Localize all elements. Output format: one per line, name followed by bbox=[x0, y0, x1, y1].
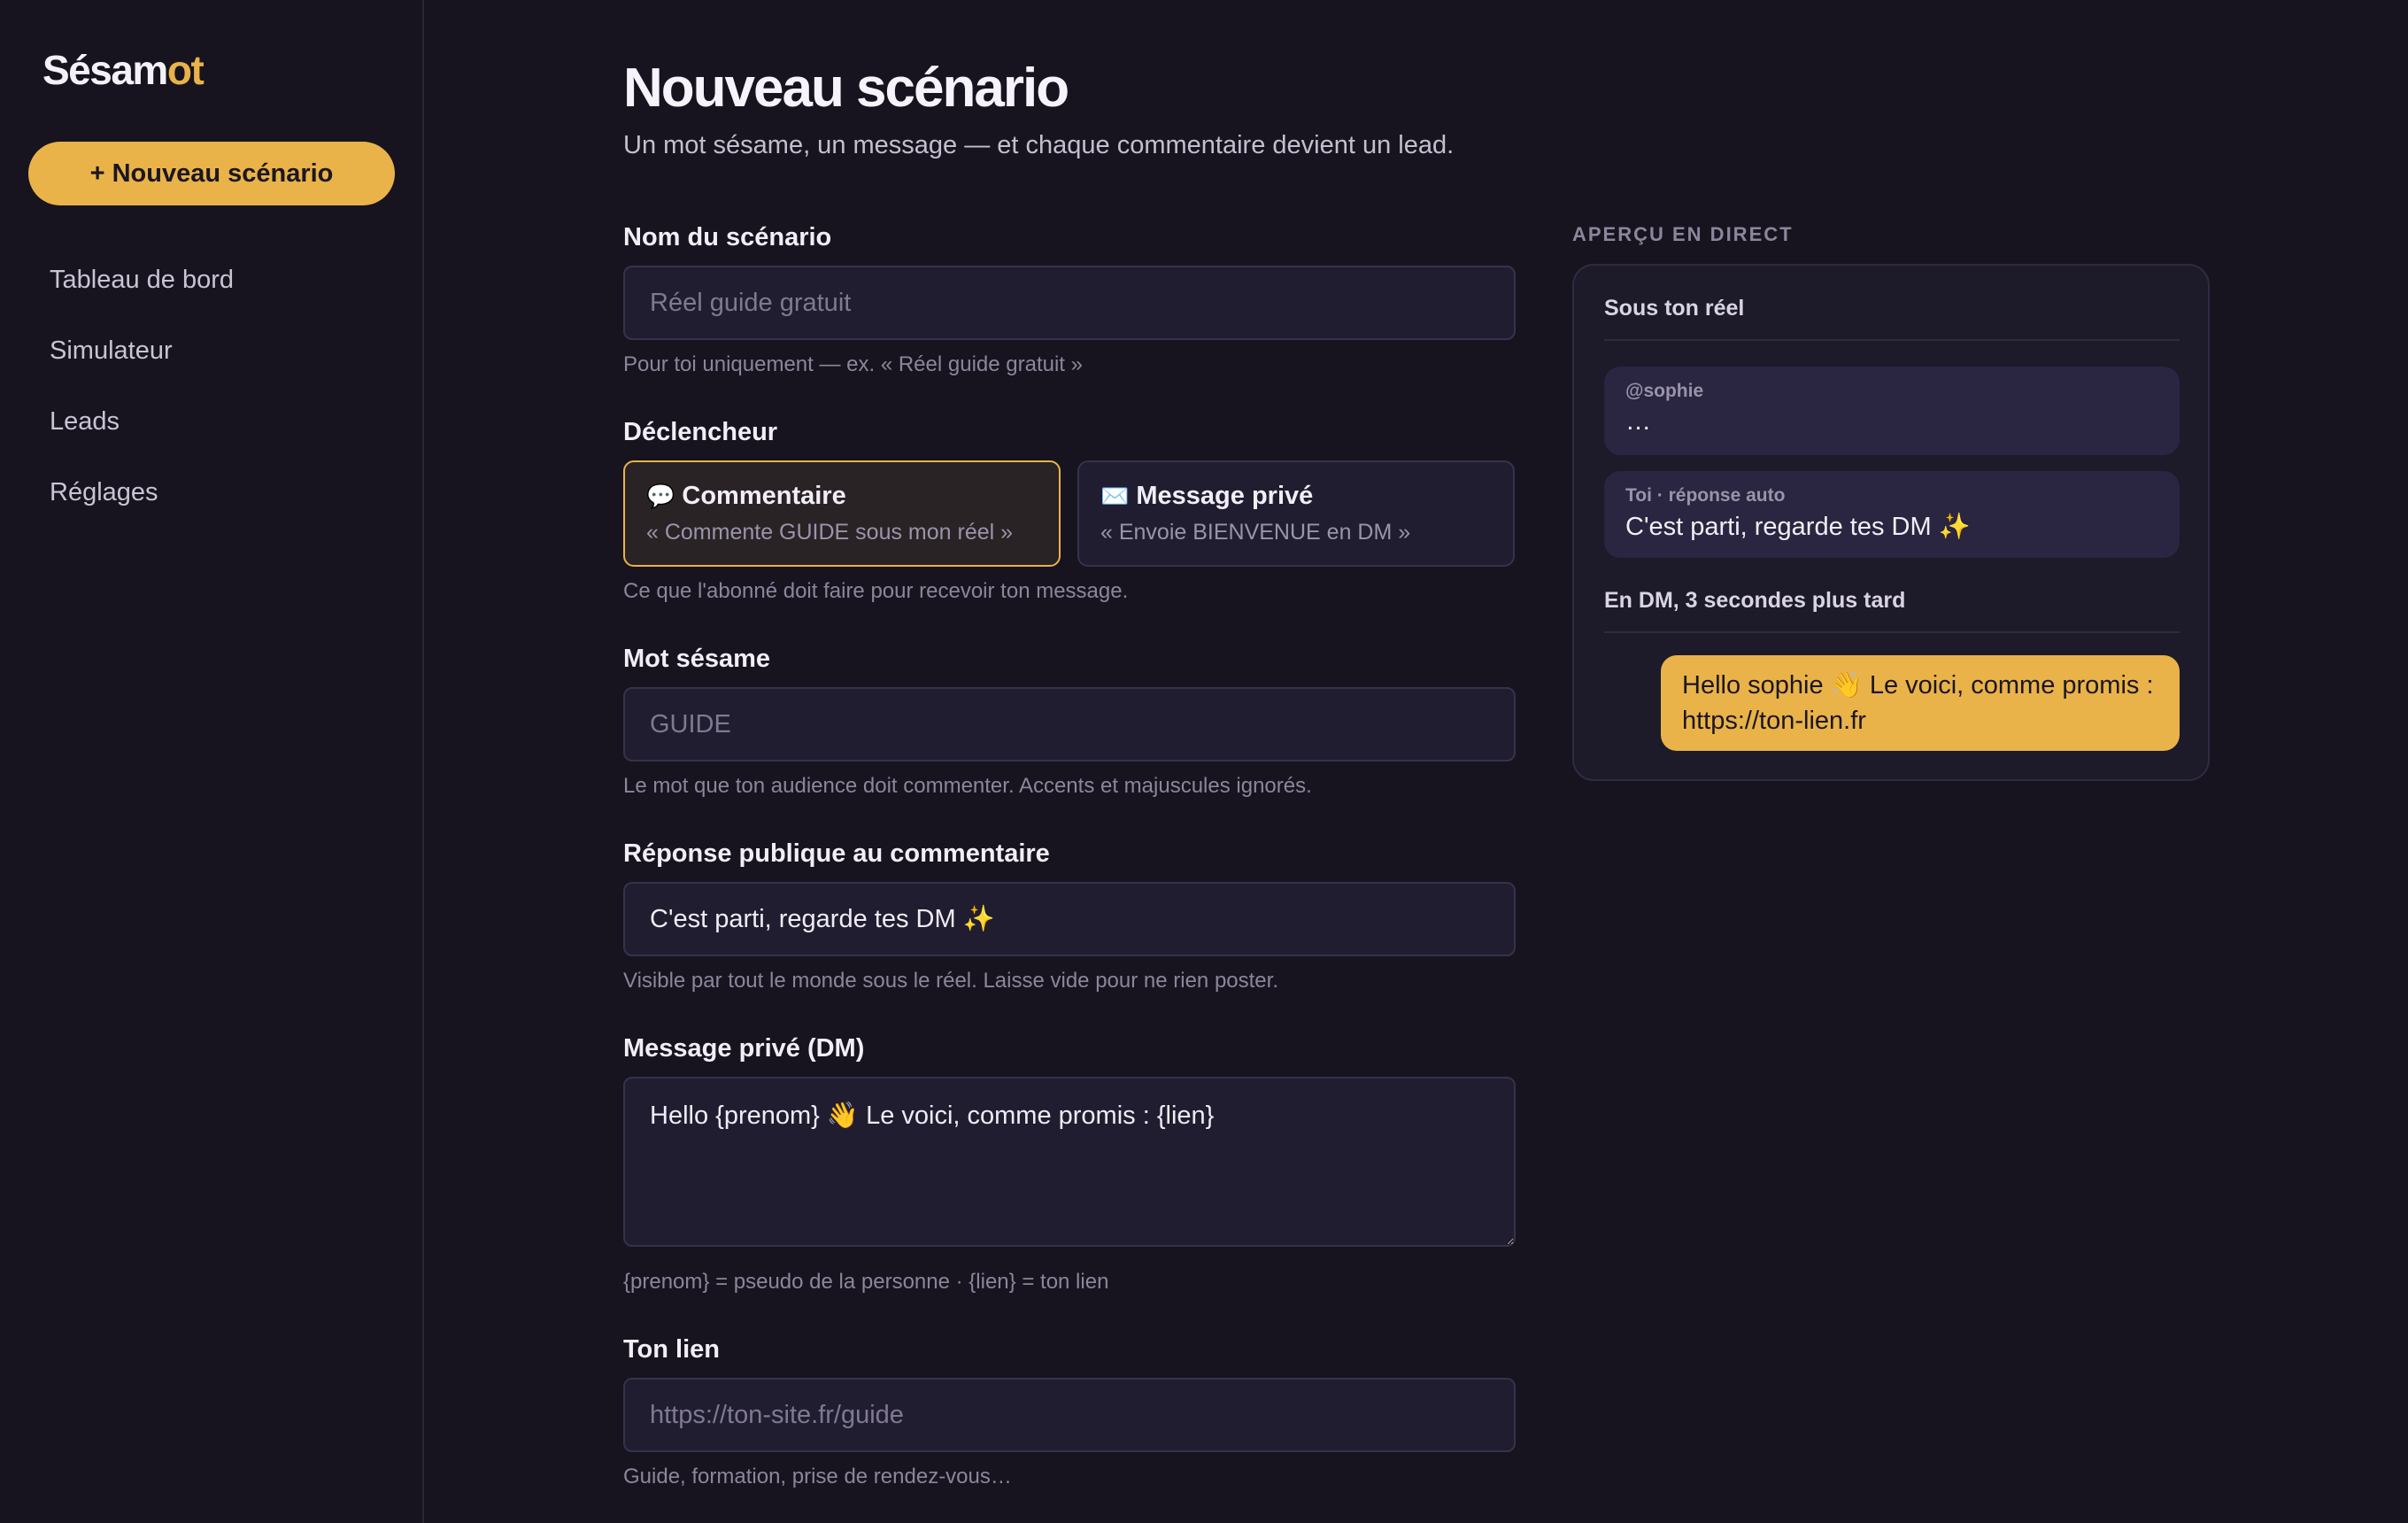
dm-bubble-link: https://ton-lien.fr bbox=[1682, 707, 1866, 735]
comment-text: … bbox=[1625, 407, 1651, 436]
sidebar-item-leads[interactable]: Leads bbox=[50, 402, 234, 473]
comment-author: @sophie bbox=[1625, 381, 1704, 401]
trigger-option-label: Commentaire bbox=[682, 482, 846, 510]
dm-bubble-line: Hello sophie 👋 Le voici, comme promis : bbox=[1682, 671, 2154, 700]
preview-comment: @sophie … bbox=[1604, 367, 2180, 455]
sidebar: Sésamot + Nouveau scénario Tableau de bo… bbox=[0, 0, 424, 1523]
trigger-help: Ce que l'abonné doit faire pour recevoir… bbox=[623, 579, 1129, 603]
envelope-icon: ✉️ bbox=[1100, 483, 1130, 509]
page-subtitle: Un mot sésame, un message — et chaque co… bbox=[623, 131, 1455, 159]
trigger-option-title: ✉️ Message privé bbox=[1100, 482, 1492, 511]
public-reply-input[interactable] bbox=[623, 882, 1516, 956]
sidebar-item-simulator[interactable]: Simulateur bbox=[50, 331, 234, 402]
sidebar-item-settings[interactable]: Réglages bbox=[50, 473, 234, 544]
trigger-option-desc: « Commente GUIDE sous mon réel » bbox=[646, 520, 1014, 545]
dm-help: {prenom} = pseudo de la personne · {lien… bbox=[623, 1270, 1109, 1294]
speech-bubble-icon: 💬 bbox=[646, 483, 675, 509]
trigger-label: Déclencheur bbox=[623, 418, 778, 446]
trigger-option-desc: « Envoie BIENVENUE en DM » bbox=[1100, 520, 1411, 545]
keyword-input[interactable] bbox=[623, 687, 1516, 762]
logo-main: Sésam bbox=[42, 47, 168, 93]
trigger-option-title: 💬 Commentaire bbox=[646, 482, 1038, 511]
auto-reply-text: C'est parti, regarde tes DM ✨ bbox=[1625, 513, 1971, 541]
trigger-option-label: Message privé bbox=[1136, 482, 1314, 510]
scenario-name-input[interactable] bbox=[623, 266, 1516, 340]
app-logo[interactable]: Sésamot bbox=[42, 46, 205, 94]
keyword-help: Le mot que ton audience doit commenter. … bbox=[623, 774, 1312, 798]
sidebar-nav: Tableau de bord Simulateur Leads Réglage… bbox=[50, 260, 234, 544]
scenario-name-label: Nom du scénario bbox=[623, 223, 832, 251]
preview-section-dm: En DM, 3 secondes plus tard bbox=[1604, 588, 2180, 633]
preview-card: Sous ton réel @sophie … Toi · réponse au… bbox=[1572, 264, 2210, 781]
page-title: Nouveau scénario bbox=[623, 58, 1069, 119]
preview-section-reel: Sous ton réel bbox=[1604, 296, 2180, 341]
trigger-option-comment[interactable]: 💬 Commentaire « Commente GUIDE sous mon … bbox=[623, 460, 1061, 567]
keyword-label: Mot sésame bbox=[623, 645, 771, 673]
sidebar-item-dashboard[interactable]: Tableau de bord bbox=[50, 260, 234, 331]
preview-auto-reply: Toi · réponse auto C'est parti, regarde … bbox=[1604, 471, 2180, 558]
link-label: Ton lien bbox=[623, 1335, 721, 1364]
link-help: Guide, formation, prise de rendez-vous… bbox=[623, 1465, 1012, 1488]
scenario-name-help: Pour toi uniquement — ex. « Réel guide g… bbox=[623, 352, 1083, 376]
auto-reply-meta: Toi · réponse auto bbox=[1625, 485, 1786, 506]
dm-label: Message privé (DM) bbox=[623, 1034, 865, 1063]
trigger-option-dm[interactable]: ✉️ Message privé « Envoie BIENVENUE en D… bbox=[1077, 460, 1515, 567]
dm-textarea[interactable]: Hello {prenom} 👋 Le voici, comme promis … bbox=[623, 1077, 1516, 1247]
preview-heading: APERÇU EN DIRECT bbox=[1572, 223, 1794, 245]
preview-dm-bubble: Hello sophie 👋 Le voici, comme promis : … bbox=[1661, 655, 2180, 751]
public-reply-help: Visible par tout le monde sous le réel. … bbox=[623, 969, 1278, 993]
link-input[interactable] bbox=[623, 1378, 1516, 1452]
public-reply-label: Réponse publique au commentaire bbox=[623, 839, 1050, 868]
new-scenario-button[interactable]: + Nouveau scénario bbox=[28, 142, 395, 205]
logo-accent: ot bbox=[166, 47, 205, 93]
